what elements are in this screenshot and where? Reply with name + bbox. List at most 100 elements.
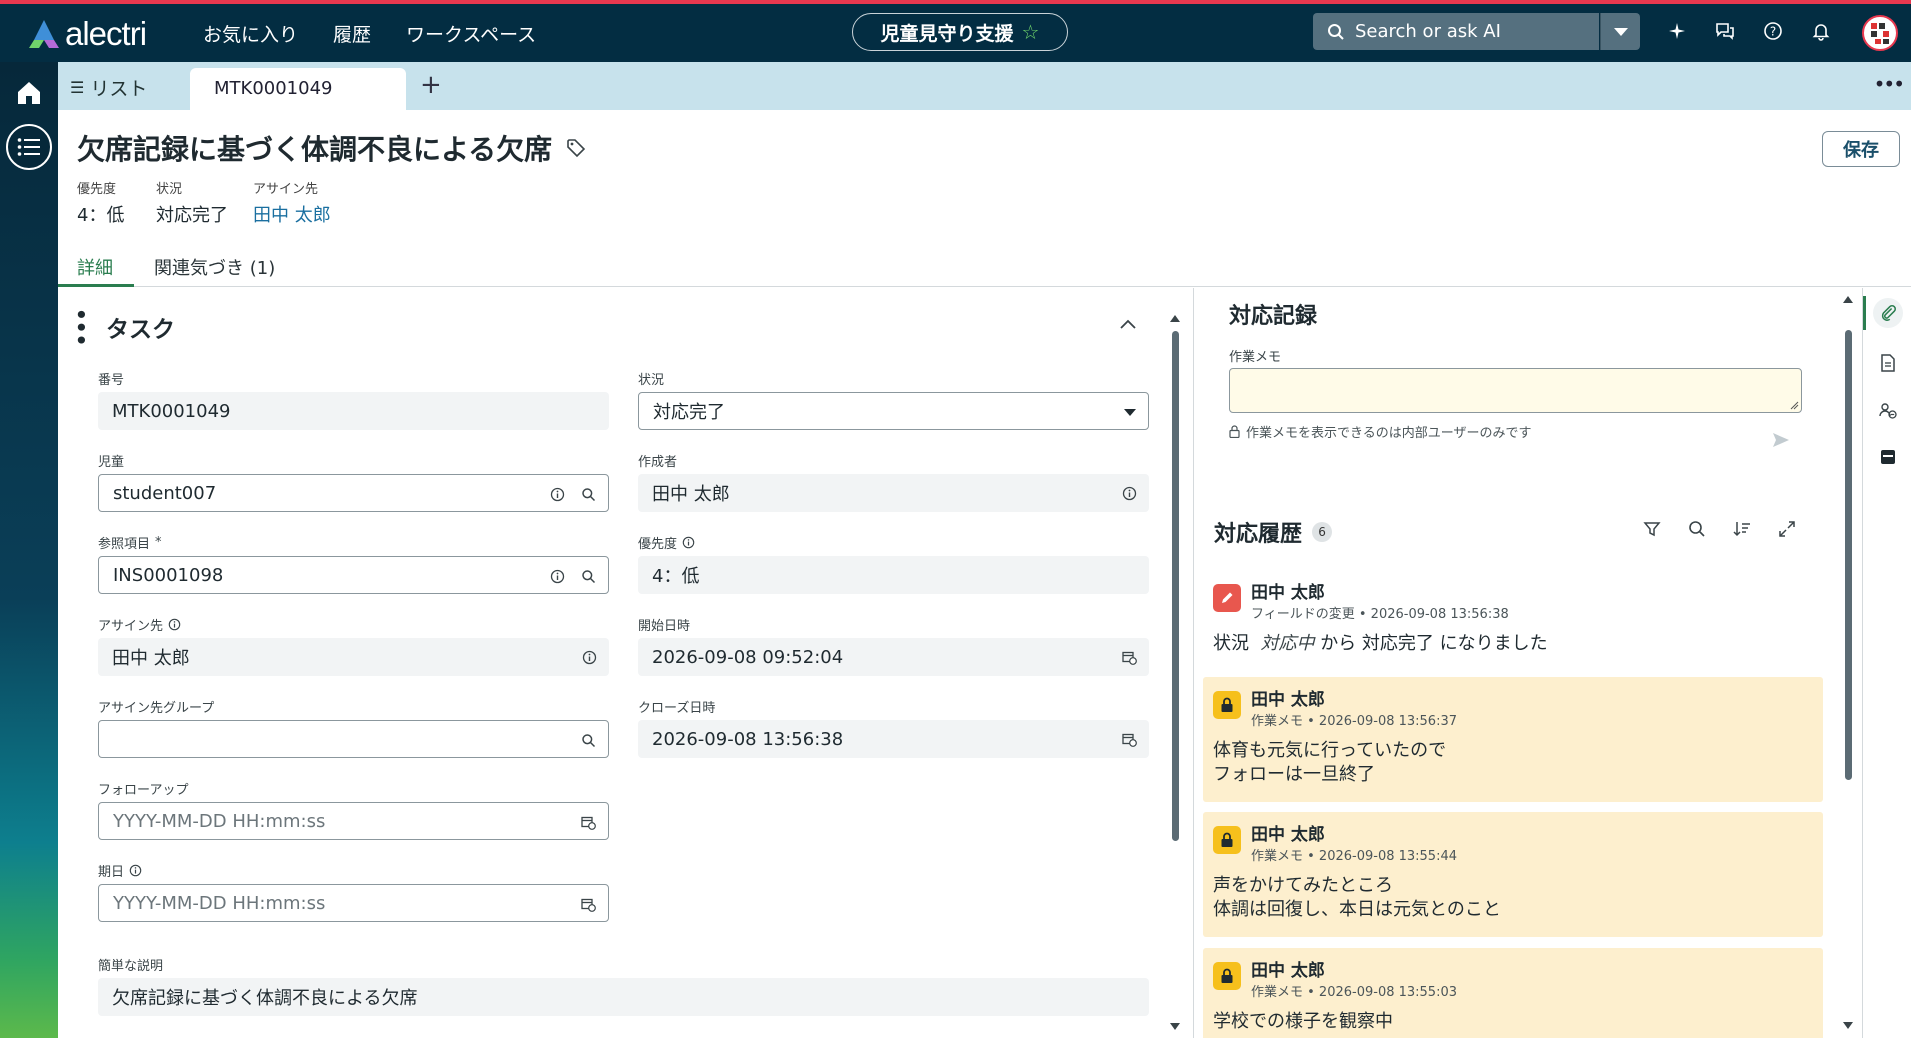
help-icon[interactable]: ? (1760, 18, 1786, 44)
info-icon[interactable] (1122, 486, 1137, 501)
history-count-badge: 6 (1312, 522, 1333, 542)
calendar-clock-icon[interactable] (1122, 650, 1137, 665)
entry-author[interactable]: 田中 太郎 (1251, 820, 1325, 845)
reference-input-value: INS0001098 (113, 564, 224, 586)
avatar[interactable] (1862, 15, 1898, 51)
priority-value[interactable]: 4：低 (638, 556, 1149, 594)
info-icon[interactable] (682, 536, 695, 549)
sub-tabs: 詳細 関連気づき (1) (58, 252, 1911, 287)
expand-icon[interactable] (1778, 520, 1796, 538)
more-icon[interactable]: ••• (1874, 72, 1905, 96)
tab-list-label: リスト (90, 78, 148, 100)
field-status-label: 状況 (638, 372, 665, 388)
nav-history[interactable]: 履歴 (333, 20, 371, 47)
star-outline-icon[interactable]: ☆ (1022, 20, 1040, 44)
history-entry-note: 田中 太郎 作業メモ • 2026-09-08 13:55:03 学校での様子を… (1203, 948, 1823, 1038)
user-link-icon[interactable] (1873, 396, 1903, 426)
document-icon[interactable] (1873, 348, 1903, 378)
field-short-desc-label: 簡単な説明 (98, 958, 164, 974)
field-number-label: 番号 (98, 372, 125, 388)
info-icon[interactable] (582, 650, 597, 665)
scroll-up-icon[interactable] (1843, 296, 1853, 303)
search-icon[interactable] (581, 733, 596, 748)
resize-handle-icon[interactable] (1789, 400, 1799, 410)
start-value[interactable]: 2026-09-08 09:52:04 (638, 638, 1149, 676)
tab-record[interactable]: MTK0001049 (190, 68, 406, 110)
close-value[interactable]: 2026-09-08 13:56:38 (638, 720, 1149, 758)
status-select[interactable]: 対応完了 (638, 392, 1149, 430)
tab-related[interactable]: 関連気づき (1) (154, 254, 275, 280)
followup-input[interactable]: YYYY-MM-DD HH:mm:ss (98, 802, 609, 840)
info-icon[interactable] (168, 618, 181, 631)
meta-assignee-link[interactable]: 田中 太郎 (253, 201, 331, 227)
search-dropdown-button[interactable] (1600, 13, 1640, 50)
field-followup-label: フォローアップ (98, 782, 189, 798)
logo[interactable]: alectri (27, 14, 147, 54)
meta-priority-label: 優先度 (77, 182, 117, 197)
memo-note: 作業メモを表示できるのは内部ユーザーのみです (1229, 422, 1531, 441)
add-tab-icon[interactable]: + (420, 70, 442, 100)
field-number-value[interactable]: MTK0001049 (98, 392, 609, 430)
assign-group-input[interactable] (98, 720, 609, 758)
nav-workspace[interactable]: ワークスペース (406, 20, 536, 47)
section-menu-icon[interactable]: ••• (69, 308, 93, 346)
lock-icon (1213, 826, 1241, 854)
svg-text:?: ? (1770, 25, 1776, 39)
history-entry-field-change: 田中 太郎 フィールドの変更 • 2026-09-08 13:56:38 状況 … (1203, 570, 1823, 666)
left-rail (0, 62, 58, 1038)
tab-list[interactable]: ☰ リスト (70, 74, 147, 101)
tag-icon[interactable] (566, 138, 586, 158)
scroll-down-icon[interactable] (1843, 1022, 1853, 1029)
info-icon[interactable] (129, 864, 142, 877)
short-desc-value[interactable]: 欠席記録に基づく体調不良による欠席 (98, 978, 1149, 1016)
nav-favorites[interactable]: お気に入り (203, 20, 298, 47)
context-rail (1862, 288, 1911, 1038)
meta-status-value: 対応完了 (156, 205, 228, 226)
entry-author[interactable]: 田中 太郎 (1251, 956, 1325, 981)
chat-icon[interactable] (1712, 18, 1738, 44)
sparkle-icon[interactable] (1664, 18, 1690, 44)
section-title: タスク (106, 317, 175, 344)
activity-scrollbar[interactable] (1842, 290, 1854, 1038)
form-pane: ••• タスク 番号 MTK0001049 状況 対応完了 児童 student… (58, 288, 1188, 1038)
info-icon[interactable] (550, 487, 565, 502)
form-scrollbar-thumb[interactable] (1172, 331, 1179, 841)
student-input[interactable]: student007 (98, 474, 609, 512)
tab-details[interactable]: 詳細 (77, 254, 113, 280)
send-icon[interactable] (1772, 432, 1790, 453)
home-icon[interactable] (14, 78, 44, 108)
scroll-down-icon[interactable] (1170, 1023, 1180, 1030)
workspace-pill[interactable]: 児童見守り支援 ☆ (852, 13, 1068, 51)
scroll-up-icon[interactable] (1170, 315, 1180, 322)
chevron-up-icon[interactable] (1120, 314, 1136, 334)
bell-icon[interactable] (1808, 18, 1834, 44)
due-input[interactable]: YYYY-MM-DD HH:mm:ss (98, 884, 609, 922)
field-due-label-text: 期日 (98, 864, 125, 880)
form-scrollbar[interactable] (1169, 311, 1181, 1038)
save-button[interactable]: 保存 (1822, 131, 1900, 167)
reference-input[interactable]: INS0001098 (98, 556, 609, 594)
calendar-clock-icon[interactable] (581, 897, 596, 912)
info-icon[interactable] (550, 569, 565, 584)
creator-value[interactable]: 田中 太郎 (638, 474, 1149, 512)
work-memo-textarea[interactable] (1229, 368, 1802, 413)
search-input[interactable]: Search or ask AI (1313, 13, 1599, 50)
record-title-text: 欠席記録に基づく体調不良による欠席 (77, 133, 553, 166)
entry-meta: 作業メモ • 2026-09-08 13:56:37 (1251, 714, 1458, 729)
search-icon (1328, 23, 1344, 40)
sort-icon[interactable] (1733, 520, 1751, 538)
activity-scrollbar-thumb[interactable] (1845, 330, 1852, 780)
search-icon[interactable] (581, 487, 596, 502)
entry-author[interactable]: 田中 太郎 (1251, 578, 1325, 603)
calendar-clock-icon[interactable] (1122, 732, 1137, 747)
assignee-value[interactable]: 田中 太郎 (98, 638, 609, 676)
calendar-clock-icon[interactable] (581, 815, 596, 830)
archive-icon[interactable] (1873, 442, 1903, 472)
search-icon[interactable] (581, 569, 596, 584)
search-icon[interactable] (1688, 520, 1706, 538)
paperclip-icon[interactable] (1873, 298, 1903, 328)
pencil-icon (1213, 584, 1241, 612)
list-menu-icon[interactable] (6, 124, 52, 170)
entry-author[interactable]: 田中 太郎 (1251, 685, 1325, 710)
filter-icon[interactable] (1643, 520, 1661, 538)
